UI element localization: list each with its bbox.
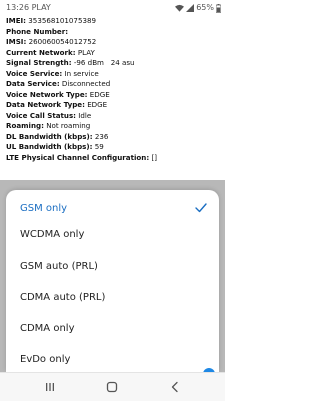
info-row-imsi: IMSI: 260060054012752	[0, 37, 225, 48]
info-label: LTE Physical Channel Configuration:	[6, 152, 150, 162]
info-value: []	[151, 152, 157, 162]
info-label: Roaming:	[6, 121, 44, 130]
info-value: In service	[64, 68, 99, 78]
battery-percent: 65%	[196, 3, 214, 12]
info-row-signal-strength: Signal Strength: -96 dBm 24 asu	[0, 58, 225, 69]
info-row-roaming: Roaming: Not roaming	[0, 121, 225, 132]
info-row-ul-bandwidth: UL Bandwidth (kbps): 59	[0, 142, 225, 153]
info-label: Voice Call Status:	[6, 110, 77, 120]
clock-label: 13:26	[6, 3, 30, 12]
option-evdo-only[interactable]: EvDo only	[6, 341, 219, 372]
info-row-imei: IMEI: 353568101075389	[0, 16, 225, 27]
info-value: 59	[94, 142, 104, 151]
info-row-current-network: Current Network: PLAY	[0, 48, 225, 59]
info-label: Phone Number:	[6, 26, 69, 36]
info-row-data-service: Data Service: Disconnected	[0, 79, 225, 90]
info-label: Voice Network Type:	[6, 89, 88, 99]
status-icons: 65%	[175, 0, 221, 16]
info-row-lte-channel-config: LTE Physical Channel Configuration: []	[0, 153, 225, 164]
battery-icon	[216, 3, 221, 13]
status-bar: 13:26 PLAY 65%	[0, 0, 225, 16]
wifi-icon	[175, 4, 185, 12]
info-row-phone-number: Phone Number:	[0, 27, 225, 38]
info-row-voice-network-type: Voice Network Type: EDGE	[0, 90, 225, 101]
recents-icon[interactable]	[43, 380, 57, 394]
info-row-data-network-type: Data Network Type: EDGE	[0, 100, 225, 111]
info-label: Data Network Type:	[6, 100, 85, 109]
info-value: 260060054012752	[28, 37, 97, 46]
info-label: Data Service:	[6, 79, 60, 88]
network-type-menu: GSM only WCDMA only GSM auto (PRL) CDMA …	[6, 190, 219, 372]
info-label: Signal Strength:	[6, 58, 72, 67]
back-icon[interactable]	[168, 380, 182, 394]
info-label: Voice Service:	[6, 68, 63, 78]
info-label: IMSI:	[6, 37, 27, 46]
info-label: IMEI:	[6, 16, 27, 25]
info-label: UL Bandwidth (kbps):	[6, 142, 93, 151]
home-icon[interactable]	[105, 380, 119, 394]
info-value: EDGE	[87, 100, 108, 109]
status-time: 13:26 PLAY	[6, 0, 51, 16]
info-value: 353568101075389	[28, 16, 96, 25]
info-value: EDGE	[89, 89, 110, 99]
info-row-voice-service: Voice Service: In service	[0, 69, 225, 80]
info-value: PLAY	[77, 47, 95, 57]
signal-icon	[186, 4, 195, 12]
info-value: 236	[94, 131, 109, 141]
info-value: -96 dBm 24 asu	[73, 58, 135, 67]
info-value: Not roaming	[46, 121, 91, 130]
info-value: Idle	[78, 110, 92, 120]
navigation-bar	[0, 372, 225, 401]
info-label: DL Bandwidth (kbps):	[6, 131, 93, 141]
option-label: EvDo only	[20, 354, 71, 365]
info-row-dl-bandwidth: DL Bandwidth (kbps): 236	[0, 132, 225, 143]
info-value: Disconnected	[61, 79, 111, 88]
info-row-voice-call-status: Voice Call Status: Idle	[0, 111, 225, 122]
info-label: Current Network:	[6, 47, 76, 57]
checkmark-icon	[195, 203, 207, 213]
phone-info-list: IMEI: 353568101075389 Phone Number: IMSI…	[0, 16, 225, 186]
carrier-label: PLAY	[31, 3, 51, 12]
